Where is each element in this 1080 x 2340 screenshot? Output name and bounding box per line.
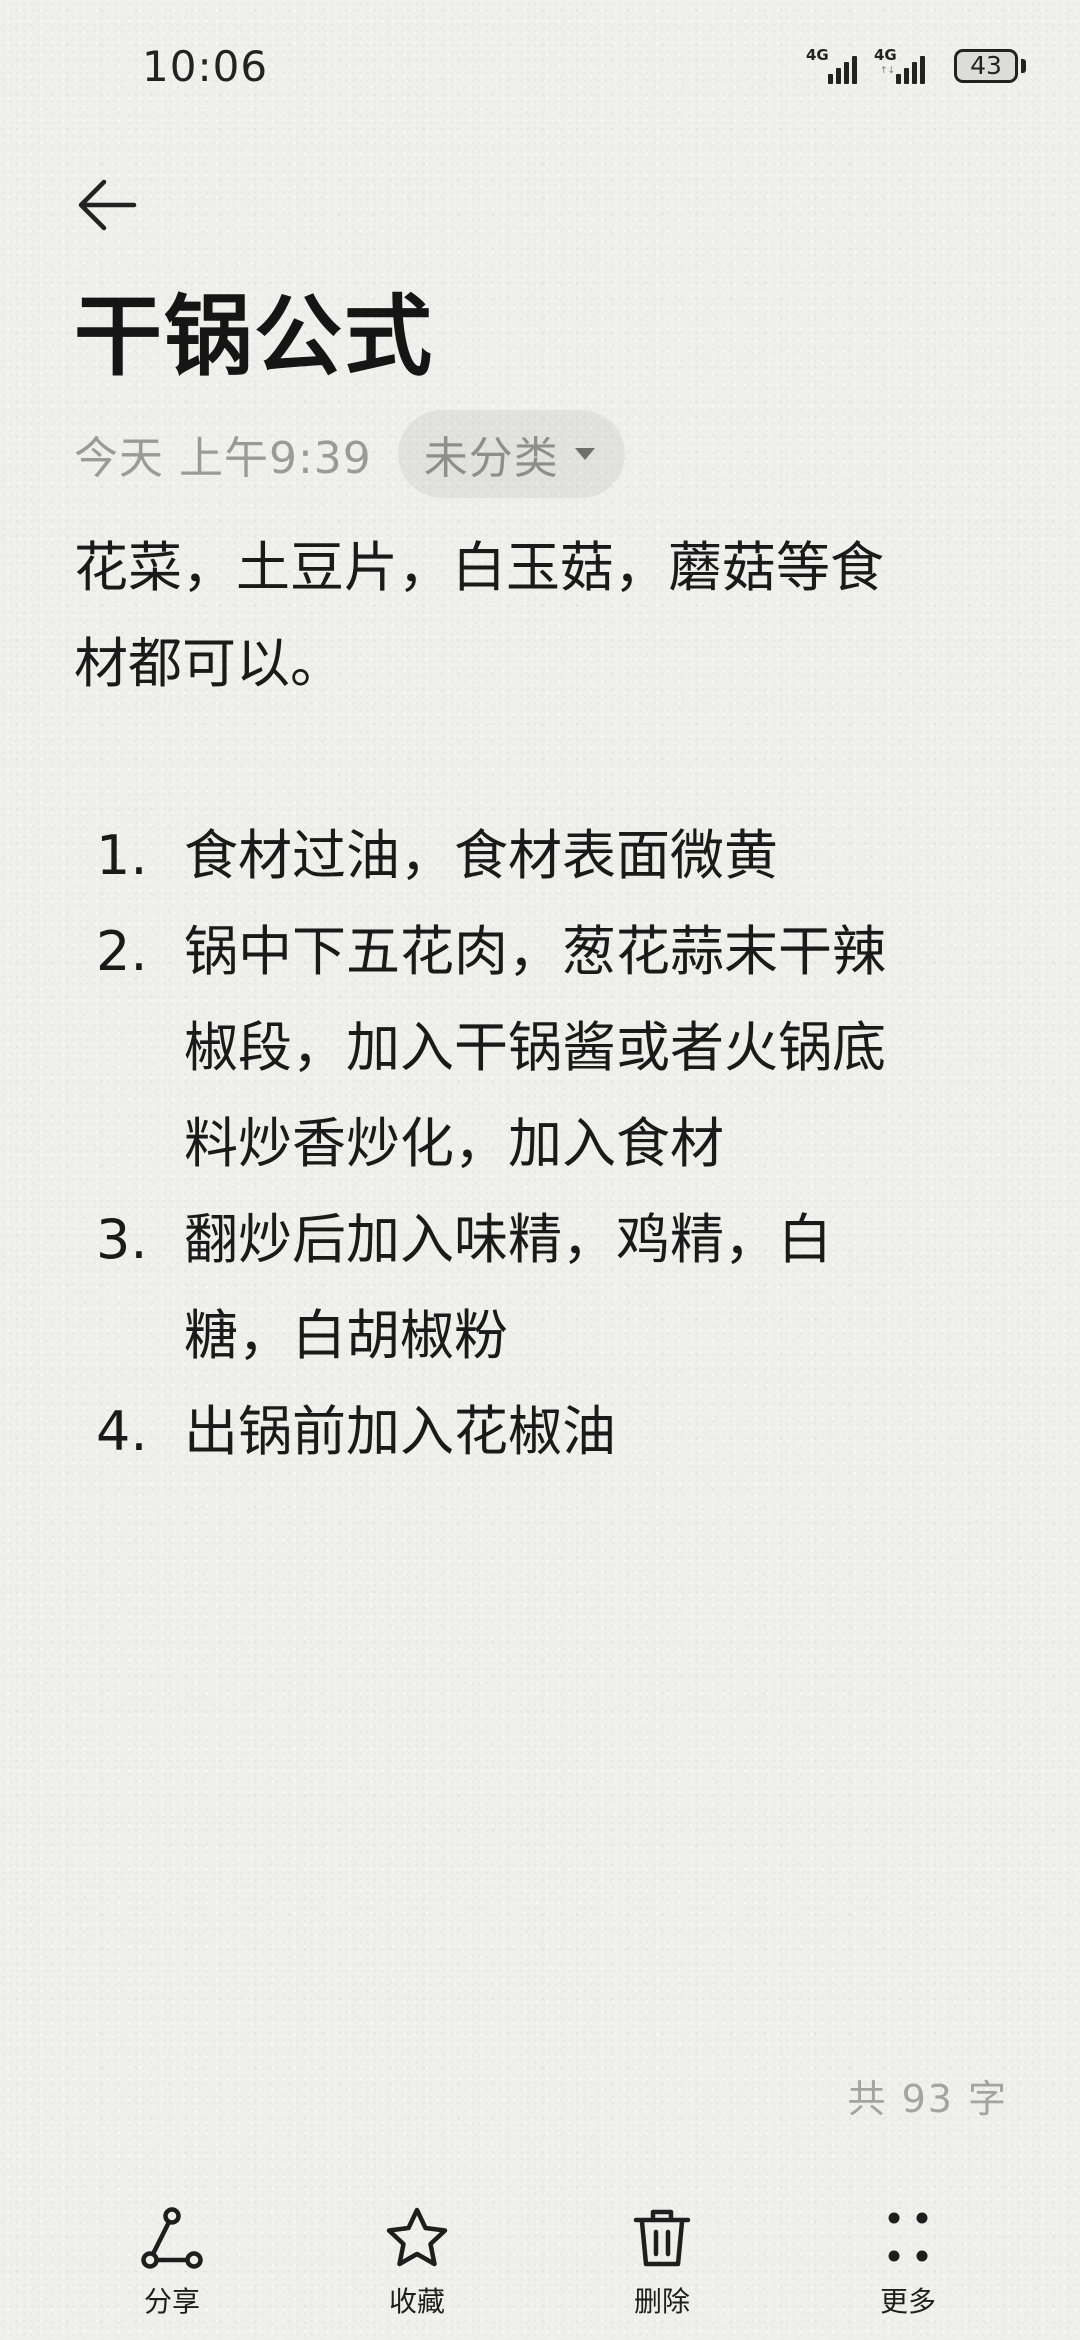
steps-list: 1. 食材过油，食材表面微黄 2. 锅中下五花肉，葱花蒜末干辣 椒段，加入干锅酱… bbox=[74, 808, 1014, 1480]
list-item: 4. 出锅前加入花椒油 bbox=[74, 1384, 1014, 1480]
battery-cap bbox=[1021, 59, 1026, 73]
more-label: 更多 bbox=[879, 2285, 936, 2318]
note-meta: 今天 上午9:39 未分类 bbox=[74, 410, 625, 498]
step-number: 2. bbox=[96, 920, 148, 983]
star-icon bbox=[386, 2207, 448, 2267]
back-button[interactable] bbox=[74, 172, 140, 238]
step-number: 1. bbox=[96, 824, 148, 887]
step-text: 糖，白胡椒粉 bbox=[184, 1304, 508, 1367]
note-body[interactable]: 花菜，土豆片，白玉菇，蘑菇等食 材都可以。 1. 食材过油，食材表面微黄 2. … bbox=[74, 520, 1014, 1480]
note-date: 今天 上午9:39 bbox=[74, 433, 372, 484]
share-button[interactable]: 分享 bbox=[92, 2190, 252, 2320]
more-dots-icon bbox=[888, 2212, 928, 2262]
signal-bars-icon bbox=[896, 56, 925, 84]
status-time: 10:06 bbox=[142, 42, 269, 91]
trash-icon bbox=[633, 2209, 691, 2267]
favorite-button[interactable]: 收藏 bbox=[337, 2190, 497, 2320]
category-dropdown[interactable]: 未分类 bbox=[397, 410, 625, 498]
step-number: 3. bbox=[96, 1208, 148, 1271]
arrow-left-icon bbox=[78, 179, 137, 231]
signal-bars-icon bbox=[828, 56, 857, 84]
favorite-label: 收藏 bbox=[388, 2285, 445, 2318]
network-type-2: 4G bbox=[874, 46, 897, 64]
step-text: 出锅前加入花椒油 bbox=[184, 1400, 616, 1463]
more-button[interactable]: 更多 bbox=[828, 2190, 988, 2320]
list-item: 3. 翻炒后加入味精，鸡精，白 糖，白胡椒粉 bbox=[74, 1192, 1014, 1384]
delete-label: 删除 bbox=[633, 2285, 690, 2318]
intro-line: 花菜，土豆片，白玉菇，蘑菇等食 bbox=[74, 536, 884, 599]
bottom-toolbar: 分享 收藏 删除 更多 bbox=[0, 2190, 1080, 2340]
signal-icon-sim2: 4G ↑↓ bbox=[874, 46, 938, 90]
battery-level: 43 bbox=[970, 51, 1002, 80]
status-bar: 10:06 4G 4G ↑↓ 43 bbox=[0, 0, 1080, 130]
step-text: 椒段，加入干锅酱或者火锅底 bbox=[184, 1016, 886, 1079]
step-text: 料炒香炒化，加入食材 bbox=[184, 1112, 724, 1175]
network-type-1: 4G bbox=[806, 46, 829, 64]
step-text: 翻炒后加入味精，鸡精，白 bbox=[184, 1208, 832, 1271]
caret-down-icon bbox=[574, 448, 595, 460]
intro-line: 材都可以。 bbox=[74, 632, 344, 695]
word-count: 共 93 字 bbox=[847, 2077, 1008, 2121]
list-item: 2. 锅中下五花肉，葱花蒜末干辣 椒段，加入干锅酱或者火锅底 料炒香炒化，加入食… bbox=[74, 904, 1014, 1192]
network-sub-icon: ↑↓ bbox=[880, 66, 896, 76]
step-text: 食材过油，食材表面微黄 bbox=[184, 824, 778, 887]
delete-button[interactable]: 删除 bbox=[582, 2190, 742, 2320]
step-number: 4. bbox=[96, 1400, 148, 1463]
list-item: 1. 食材过油，食材表面微黄 bbox=[74, 808, 1014, 904]
category-label: 未分类 bbox=[423, 433, 559, 484]
share-label: 分享 bbox=[143, 2285, 200, 2318]
note-title[interactable]: 干锅公式 bbox=[74, 282, 434, 392]
signal-icon-sim1: 4G bbox=[806, 46, 870, 90]
battery-icon: 43 bbox=[954, 49, 1018, 83]
step-text: 锅中下五花肉，葱花蒜末干辣 bbox=[184, 920, 886, 983]
share-icon bbox=[141, 2207, 203, 2269]
